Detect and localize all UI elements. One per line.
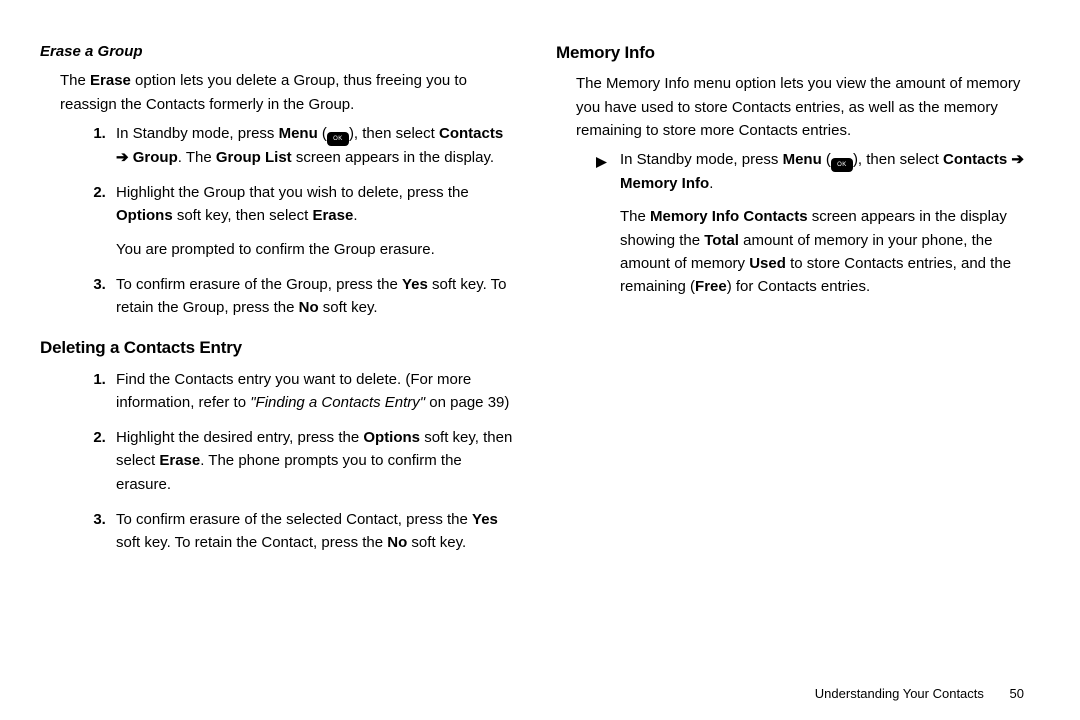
text-bold: Erase (312, 207, 353, 224)
text: In Standby mode, press (620, 151, 783, 168)
text: . (353, 207, 357, 224)
text-bold: ➔ (116, 149, 133, 166)
text-bold: Yes (402, 276, 428, 293)
text-bold: No (387, 534, 407, 551)
step-2: Highlight the Group that you wish to del… (110, 181, 516, 261)
text: on page 39) (425, 394, 509, 411)
text-bold: Menu (783, 151, 822, 168)
text: soft key. To retain the Contact, press t… (116, 534, 387, 551)
text-bold: Yes (472, 511, 498, 528)
erase-group-steps: In Standby mode, press Menu (OK), then s… (80, 122, 516, 320)
text-bold: Group (133, 149, 178, 166)
text-bold: Used (749, 255, 786, 272)
step-3: To confirm erasure of the selected Conta… (110, 508, 516, 555)
text: Highlight the Group that you wish to del… (116, 184, 469, 201)
text: The (620, 208, 650, 225)
subheading-erase-group: Erase a Group (40, 40, 516, 63)
text: ( (318, 125, 327, 142)
bullet-content: In Standby mode, press Menu (OK), then s… (620, 148, 1032, 308)
text: soft key. (319, 299, 378, 316)
step-1: Find the Contacts entry you want to dele… (110, 368, 516, 415)
ok-key-icon: OK (831, 158, 853, 172)
text-bold: ➔ (1007, 151, 1024, 168)
memory-info-intro: The Memory Info menu option lets you vie… (576, 72, 1032, 142)
text-bold: Memory Info (620, 175, 709, 192)
text: ), then select (853, 151, 943, 168)
right-column: Memory Info The Memory Info menu option … (556, 40, 1032, 680)
text-italic: "Finding a Contacts Entry" (250, 394, 425, 411)
text-bold: Options (116, 207, 173, 224)
text: In Standby mode, press (116, 125, 279, 142)
text: screen appears in the display. (292, 149, 494, 166)
ok-key-icon: OK (327, 132, 349, 146)
text-bold: Total (704, 232, 739, 249)
text: ), then select (349, 125, 439, 142)
text-bold: Free (695, 278, 727, 295)
text: ) for Contacts entries. (727, 278, 870, 295)
text: . The (178, 149, 216, 166)
footer-page-number: 50 (1010, 686, 1024, 701)
footer-section-title: Understanding Your Contacts (815, 686, 984, 701)
step-2-confirm: You are prompted to confirm the Group er… (116, 238, 516, 261)
triangle-bullet-icon (596, 152, 620, 308)
manual-page: Erase a Group The Erase option lets you … (0, 0, 1080, 680)
text: To confirm erasure of the Group, press t… (116, 276, 402, 293)
text: . (709, 175, 713, 192)
text: To confirm erasure of the selected Conta… (116, 511, 472, 528)
step-1: In Standby mode, press Menu (OK), then s… (110, 122, 516, 169)
text: soft key, then select (173, 207, 313, 224)
text: The (60, 72, 90, 89)
text-bold: Group List (216, 149, 292, 166)
memory-info-bullet: In Standby mode, press Menu (OK), then s… (596, 148, 1032, 308)
text-bold: Menu (279, 125, 318, 142)
step-2: Highlight the desired entry, press the O… (110, 426, 516, 496)
page-footer: Understanding Your Contacts 50 (815, 686, 1024, 701)
text-bold: Erase (90, 72, 131, 89)
text-bold: Erase (159, 452, 200, 469)
text: ( (822, 151, 831, 168)
text-bold: Options (363, 429, 420, 446)
heading-deleting-contacts-entry: Deleting a Contacts Entry (40, 335, 516, 361)
delete-contact-steps: Find the Contacts entry you want to dele… (80, 368, 516, 555)
text: soft key. (407, 534, 466, 551)
step-3: To confirm erasure of the Group, press t… (110, 273, 516, 320)
heading-memory-info: Memory Info (556, 40, 1032, 66)
text-bold: Contacts (943, 151, 1007, 168)
text-bold: Memory Info Contacts (650, 208, 808, 225)
left-column: Erase a Group The Erase option lets you … (40, 40, 516, 680)
text: Highlight the desired entry, press the (116, 429, 363, 446)
erase-group-intro: The Erase option lets you delete a Group… (60, 69, 516, 116)
text-bold: Contacts (439, 125, 503, 142)
text-bold: No (299, 299, 319, 316)
